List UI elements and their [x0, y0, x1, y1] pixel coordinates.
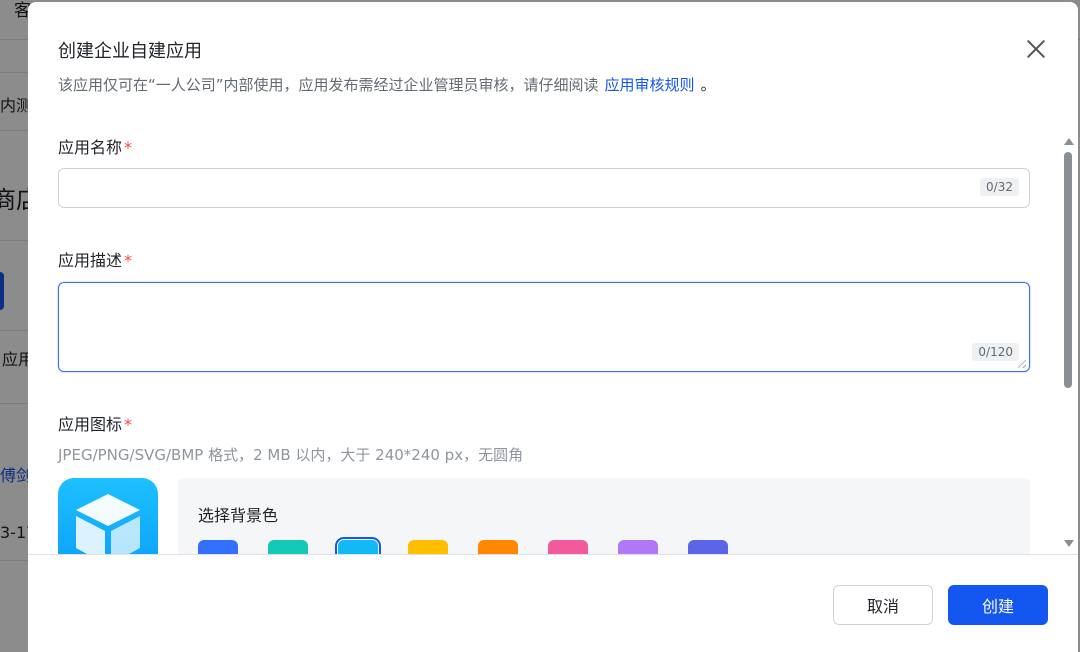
dialog-footer: 取消 创建 [28, 554, 1078, 652]
color-swatch[interactable] [548, 540, 588, 554]
app-name-label: 应用名称 * [58, 134, 132, 158]
required-mark: * [124, 251, 133, 270]
app-name-label-text: 应用名称 [58, 138, 123, 157]
color-swatch[interactable] [268, 540, 308, 554]
app-icon-hint: JPEG/PNG/SVG/BMP 格式，2 MB 以内，大于 240*240 p… [58, 446, 524, 464]
dialog-title: 创建企业自建应用 [58, 41, 202, 62]
background-color-panel: 选择背景色 [178, 478, 1030, 554]
create-app-dialog: 创建企业自建应用 该应用仅可在“一人公司”内部使用，应用发布需经过企业管理员审核… [28, 2, 1078, 652]
app-description-label: 应用描述 * [58, 247, 132, 271]
close-icon[interactable] [1023, 36, 1049, 62]
scroll-down-icon[interactable] [1064, 540, 1074, 547]
color-swatch[interactable] [618, 540, 658, 554]
app-icon-label-text: 应用图标 [58, 415, 123, 434]
form-body: 应用名称 * 0/32 应用描述 * 0/120 应用图标 * JPEG/PNG/SV… [28, 114, 1078, 554]
subtitle-end: 。 [700, 76, 716, 94]
review-rules-link[interactable]: 应用审核规则 [605, 76, 695, 94]
resize-handle-icon[interactable] [1018, 360, 1026, 368]
app-description-counter: 0/120 [972, 343, 1019, 361]
create-button[interactable]: 创建 [948, 585, 1048, 625]
cube-icon [76, 494, 140, 554]
color-swatch[interactable] [688, 540, 728, 554]
required-mark: * [124, 415, 133, 434]
app-icon-label: 应用图标 * [58, 411, 132, 435]
color-swatch[interactable] [198, 540, 238, 554]
color-swatch[interactable] [408, 540, 448, 554]
color-swatch[interactable] [335, 537, 381, 554]
app-description-textarea[interactable]: 0/120 [58, 282, 1030, 372]
required-mark: * [124, 138, 133, 157]
app-icon-preview[interactable] [58, 478, 158, 554]
cancel-button[interactable]: 取消 [833, 585, 933, 625]
app-description-label-text: 应用描述 [58, 251, 123, 270]
subtitle-text: 该应用仅可在“一人公司”内部使用，应用发布需经过企业管理员审核，请仔细阅读 [58, 76, 599, 94]
scrollbar-thumb[interactable] [1064, 152, 1072, 388]
scroll-up-icon[interactable] [1064, 138, 1074, 145]
color-swatch[interactable] [478, 540, 518, 554]
background-color-title: 选择背景色 [198, 506, 279, 525]
scrollbar[interactable] [1062, 134, 1074, 554]
dialog-subtitle: 该应用仅可在“一人公司”内部使用，应用发布需经过企业管理员审核，请仔细阅读 应用审… [58, 74, 716, 95]
app-name-input[interactable]: 0/32 [58, 168, 1030, 208]
app-name-counter: 0/32 [980, 178, 1019, 196]
